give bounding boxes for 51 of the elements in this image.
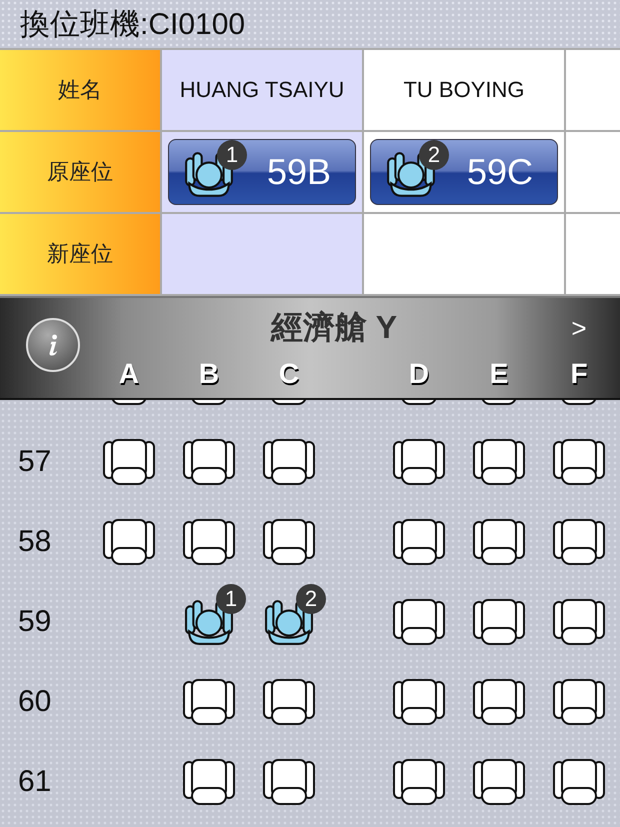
seat-icon[interactable] bbox=[392, 518, 446, 566]
seat-icon[interactable] bbox=[552, 438, 606, 486]
seat-icon[interactable] bbox=[392, 438, 446, 486]
seat-icon[interactable] bbox=[552, 678, 606, 726]
number-badge: 2 bbox=[296, 584, 326, 614]
seat-icon[interactable] bbox=[552, 518, 606, 566]
seat-icon[interactable] bbox=[102, 518, 156, 566]
seat-icon[interactable] bbox=[262, 438, 316, 486]
column-letter: E bbox=[490, 358, 508, 390]
row-number: 61 bbox=[17, 765, 52, 799]
seat-icon[interactable] bbox=[472, 598, 526, 646]
row-label: 原座位 bbox=[0, 132, 160, 212]
name-cell[interactable]: TU BOYING bbox=[364, 50, 564, 130]
seat-icon[interactable] bbox=[552, 598, 606, 646]
row-number: 60 bbox=[17, 685, 52, 719]
seat-icon[interactable] bbox=[182, 518, 236, 566]
cabin-title: 經濟艙 Y bbox=[270, 308, 398, 347]
number-badge: 1 bbox=[216, 584, 246, 614]
number-badge: 2 bbox=[419, 140, 449, 170]
seat-icon[interactable] bbox=[392, 678, 446, 726]
row-number: 59 bbox=[17, 605, 52, 639]
row-label: 新座位 bbox=[0, 214, 160, 294]
row-number: 57 bbox=[17, 445, 52, 479]
number-badge: 1 bbox=[217, 140, 247, 170]
seat-icon[interactable] bbox=[472, 438, 526, 486]
seat-icon[interactable] bbox=[472, 758, 526, 806]
name-cell[interactable]: HUANG TSAIYU bbox=[162, 50, 362, 130]
seat-icon[interactable] bbox=[552, 758, 606, 806]
seat-icon[interactable] bbox=[392, 598, 446, 646]
seat-icon[interactable] bbox=[472, 678, 526, 726]
row-label: 姓名 bbox=[0, 50, 160, 130]
next-button[interactable]: > bbox=[571, 312, 587, 344]
column-letter: F bbox=[570, 358, 588, 390]
column-letter: A bbox=[118, 358, 140, 390]
seat-icon[interactable] bbox=[182, 678, 236, 726]
seat-icon[interactable] bbox=[392, 758, 446, 806]
seat-icon[interactable] bbox=[262, 758, 316, 806]
seat-icon[interactable] bbox=[262, 678, 316, 726]
seat-icon[interactable] bbox=[182, 438, 236, 486]
column-letter: C bbox=[278, 358, 300, 390]
seat-button[interactable]: 1 59B bbox=[168, 139, 356, 205]
info-button[interactable] bbox=[26, 318, 80, 372]
seat-icon[interactable] bbox=[102, 438, 156, 486]
column-letter: B bbox=[198, 358, 220, 390]
seat-button[interactable]: 2 59C bbox=[370, 139, 558, 205]
column-letter: D bbox=[408, 358, 430, 390]
flight-title: 換位班機:CI0100 bbox=[20, 6, 246, 42]
seat-icon[interactable] bbox=[472, 518, 526, 566]
seat-icon[interactable] bbox=[182, 758, 236, 806]
seat-icon[interactable] bbox=[262, 518, 316, 566]
row-number: 58 bbox=[17, 525, 52, 559]
